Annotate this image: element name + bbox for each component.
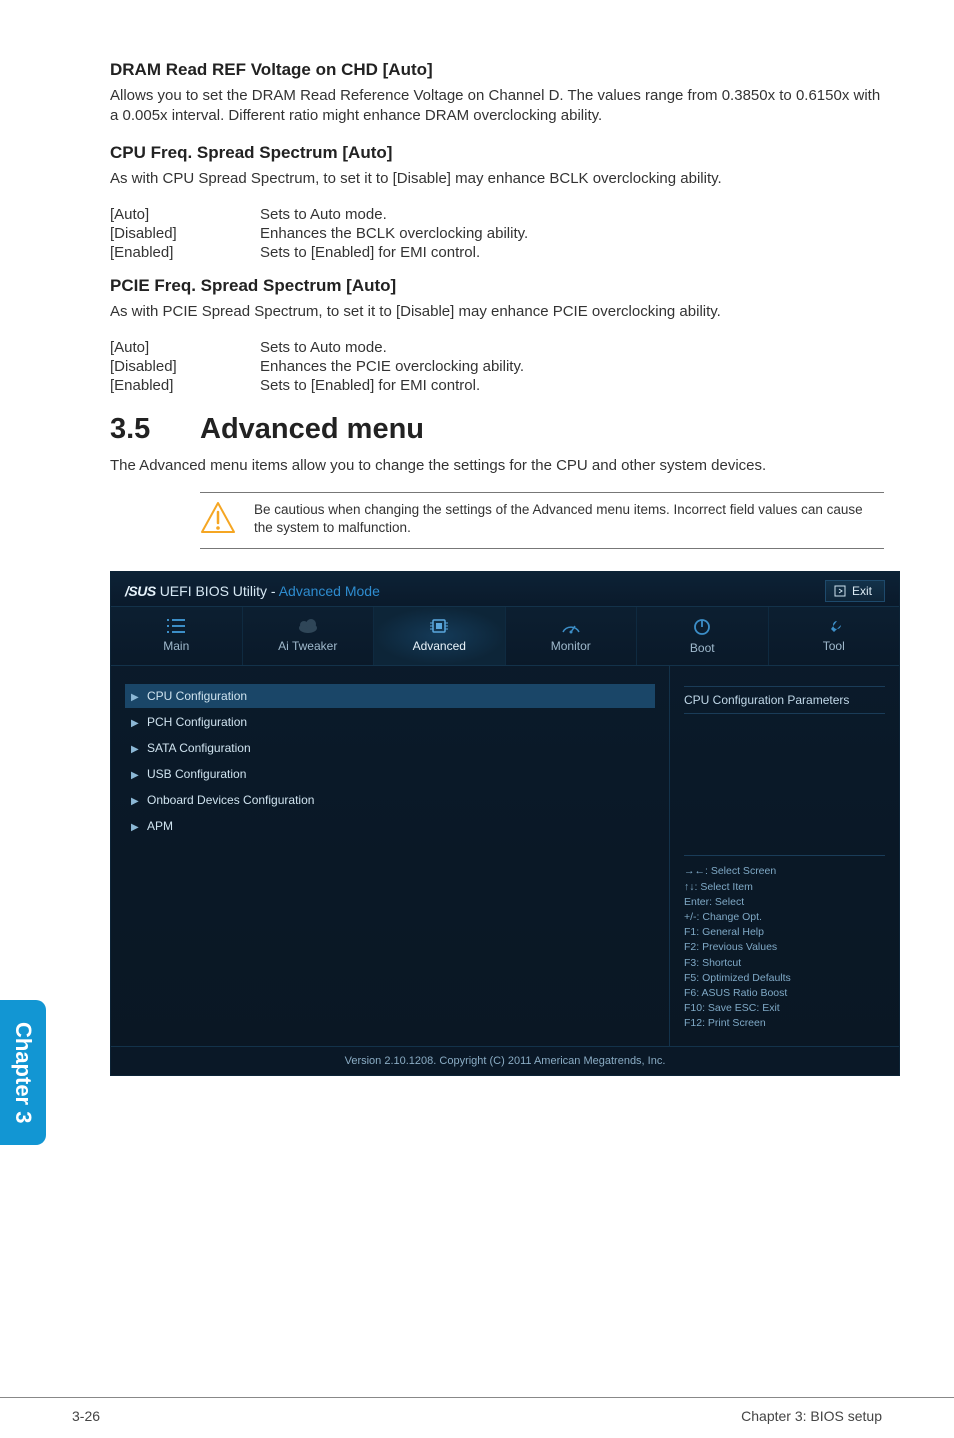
bios-right-pane: CPU Configuration Parameters →←: Select … bbox=[669, 666, 899, 1046]
bios-brand: /SUS bbox=[125, 583, 156, 599]
page-number: 3-26 bbox=[72, 1408, 100, 1424]
chevron-right-icon: ▶ bbox=[131, 822, 141, 833]
menu-item-label: Onboard Devices Configuration bbox=[147, 793, 314, 807]
tab-advanced[interactable]: Advanced bbox=[374, 607, 506, 665]
bios-window: /SUSUEFI BIOS Utility - Advanced Mode Ex… bbox=[110, 571, 900, 1076]
exit-label: Exit bbox=[852, 584, 872, 598]
body-advanced: The Advanced menu items allow you to cha… bbox=[110, 456, 884, 476]
chevron-right-icon: ▶ bbox=[131, 744, 141, 755]
body-dram: Allows you to set the DRAM Read Referenc… bbox=[110, 86, 884, 127]
menu-item-label: SATA Configuration bbox=[147, 741, 251, 755]
menu-item-apm[interactable]: ▶ APM bbox=[125, 814, 655, 838]
menu-item-cpu-configuration[interactable]: ▶ CPU Configuration bbox=[125, 684, 655, 708]
chapter-label: Chapter 3: BIOS setup bbox=[741, 1408, 882, 1424]
tab-tool[interactable]: Tool bbox=[769, 607, 900, 665]
caution-note: Be cautious when changing the settings o… bbox=[200, 492, 884, 548]
help-key-line: F12: Print Screen bbox=[684, 1016, 885, 1031]
help-key-line: F6: ASUS Ratio Boost bbox=[684, 986, 885, 1001]
opt-key: [Disabled] bbox=[110, 224, 260, 243]
chevron-right-icon: ▶ bbox=[131, 770, 141, 781]
help-key-line: F2: Previous Values bbox=[684, 940, 885, 955]
options-pcie-spread: [Auto]Sets to Auto mode. [Disabled]Enhan… bbox=[110, 338, 524, 395]
menu-item-label: USB Configuration bbox=[147, 767, 246, 781]
tab-boot[interactable]: Boot bbox=[637, 607, 769, 665]
tab-label: Main bbox=[163, 639, 189, 653]
wrench-icon bbox=[823, 617, 845, 635]
tab-monitor[interactable]: Monitor bbox=[506, 607, 638, 665]
help-key-line: →←: Select Screen bbox=[684, 864, 885, 879]
help-key-line: +/-: Change Opt. bbox=[684, 910, 885, 925]
tab-ai-tweaker[interactable]: Ai Tweaker bbox=[243, 607, 375, 665]
menu-item-pch-configuration[interactable]: ▶ PCH Configuration bbox=[125, 710, 655, 734]
chevron-right-icon: ▶ bbox=[131, 796, 141, 807]
opt-key: [Auto] bbox=[110, 338, 260, 357]
heading-cpu-spread: CPU Freq. Spread Spectrum [Auto] bbox=[110, 143, 884, 163]
list-icon bbox=[165, 617, 187, 635]
help-key-line: F1: General Help bbox=[684, 925, 885, 940]
caution-icon bbox=[200, 501, 236, 535]
tab-label: Advanced bbox=[413, 639, 466, 653]
chapter-side-tab: Chapter 3 bbox=[0, 1000, 46, 1145]
bios-footer: Version 2.10.1208. Copyright (C) 2011 Am… bbox=[111, 1046, 899, 1075]
help-key-line: F5: Optimized Defaults bbox=[684, 971, 885, 986]
bios-title-text: UEFI BIOS Utility - bbox=[160, 583, 279, 599]
bios-mode: Advanced Mode bbox=[279, 583, 380, 599]
chevron-right-icon: ▶ bbox=[131, 718, 141, 729]
exit-button[interactable]: Exit bbox=[825, 580, 885, 602]
help-key-line: F10: Save ESC: Exit bbox=[684, 1001, 885, 1016]
power-icon bbox=[692, 617, 712, 637]
page-footer: 3-26 Chapter 3: BIOS setup bbox=[0, 1397, 954, 1424]
tab-main[interactable]: Main bbox=[111, 607, 243, 665]
help-key-line: F3: Shortcut bbox=[684, 956, 885, 971]
help-key-line: Enter: Select bbox=[684, 895, 885, 910]
tab-label: Ai Tweaker bbox=[278, 639, 337, 653]
section-number: 3.5 bbox=[110, 413, 200, 446]
section-title: Advanced menu bbox=[200, 413, 424, 445]
opt-key: [Disabled] bbox=[110, 357, 260, 376]
opt-key: [Auto] bbox=[110, 205, 260, 224]
chevron-right-icon: ▶ bbox=[131, 692, 141, 703]
menu-item-sata-configuration[interactable]: ▶ SATA Configuration bbox=[125, 736, 655, 760]
options-cpu-spread: [Auto]Sets to Auto mode. [Disabled]Enhan… bbox=[110, 205, 528, 262]
menu-item-onboard-devices[interactable]: ▶ Onboard Devices Configuration bbox=[125, 788, 655, 812]
body-cpu-spread: As with CPU Spread Spectrum, to set it t… bbox=[110, 169, 884, 189]
body-pcie-spread: As with PCIE Spread Spectrum, to set it … bbox=[110, 302, 884, 322]
opt-val: Enhances the BCLK overclocking ability. bbox=[260, 224, 528, 243]
bios-left-pane: ▶ CPU Configuration ▶ PCH Configuration ▶ S… bbox=[111, 666, 669, 1046]
opt-val: Sets to [Enabled] for EMI control. bbox=[260, 376, 524, 395]
bios-title: /SUSUEFI BIOS Utility - Advanced Mode bbox=[125, 583, 380, 599]
opt-val: Sets to Auto mode. bbox=[260, 205, 528, 224]
opt-val: Sets to Auto mode. bbox=[260, 338, 524, 357]
tab-label: Monitor bbox=[551, 639, 591, 653]
menu-item-label: APM bbox=[147, 819, 173, 833]
opt-key: [Enabled] bbox=[110, 243, 260, 262]
cloud-icon bbox=[296, 617, 320, 635]
help-keys: →←: Select Screen ↑↓: Select Item Enter:… bbox=[684, 855, 885, 1031]
help-title: CPU Configuration Parameters bbox=[684, 686, 885, 714]
chip-icon bbox=[428, 617, 450, 635]
menu-item-usb-configuration[interactable]: ▶ USB Configuration bbox=[125, 762, 655, 786]
tab-label: Tool bbox=[823, 639, 845, 653]
opt-val: Sets to [Enabled] for EMI control. bbox=[260, 243, 528, 262]
section-heading: 3.5Advanced menu bbox=[110, 413, 884, 446]
heading-pcie-spread: PCIE Freq. Spread Spectrum [Auto] bbox=[110, 276, 884, 296]
opt-val: Enhances the PCIE overclocking ability. bbox=[260, 357, 524, 376]
menu-item-label: PCH Configuration bbox=[147, 715, 247, 729]
help-key-line: ↑↓: Select Item bbox=[684, 880, 885, 895]
tab-label: Boot bbox=[690, 641, 715, 655]
caution-text: Be cautious when changing the settings o… bbox=[254, 501, 884, 537]
heading-dram: DRAM Read REF Voltage on CHD [Auto] bbox=[110, 60, 884, 80]
menu-item-label: CPU Configuration bbox=[147, 689, 247, 703]
bios-tabs: Main Ai Tweaker Advanced Monitor Boot To… bbox=[111, 606, 899, 666]
opt-key: [Enabled] bbox=[110, 376, 260, 395]
exit-icon bbox=[834, 585, 846, 597]
gauge-icon bbox=[560, 617, 582, 635]
